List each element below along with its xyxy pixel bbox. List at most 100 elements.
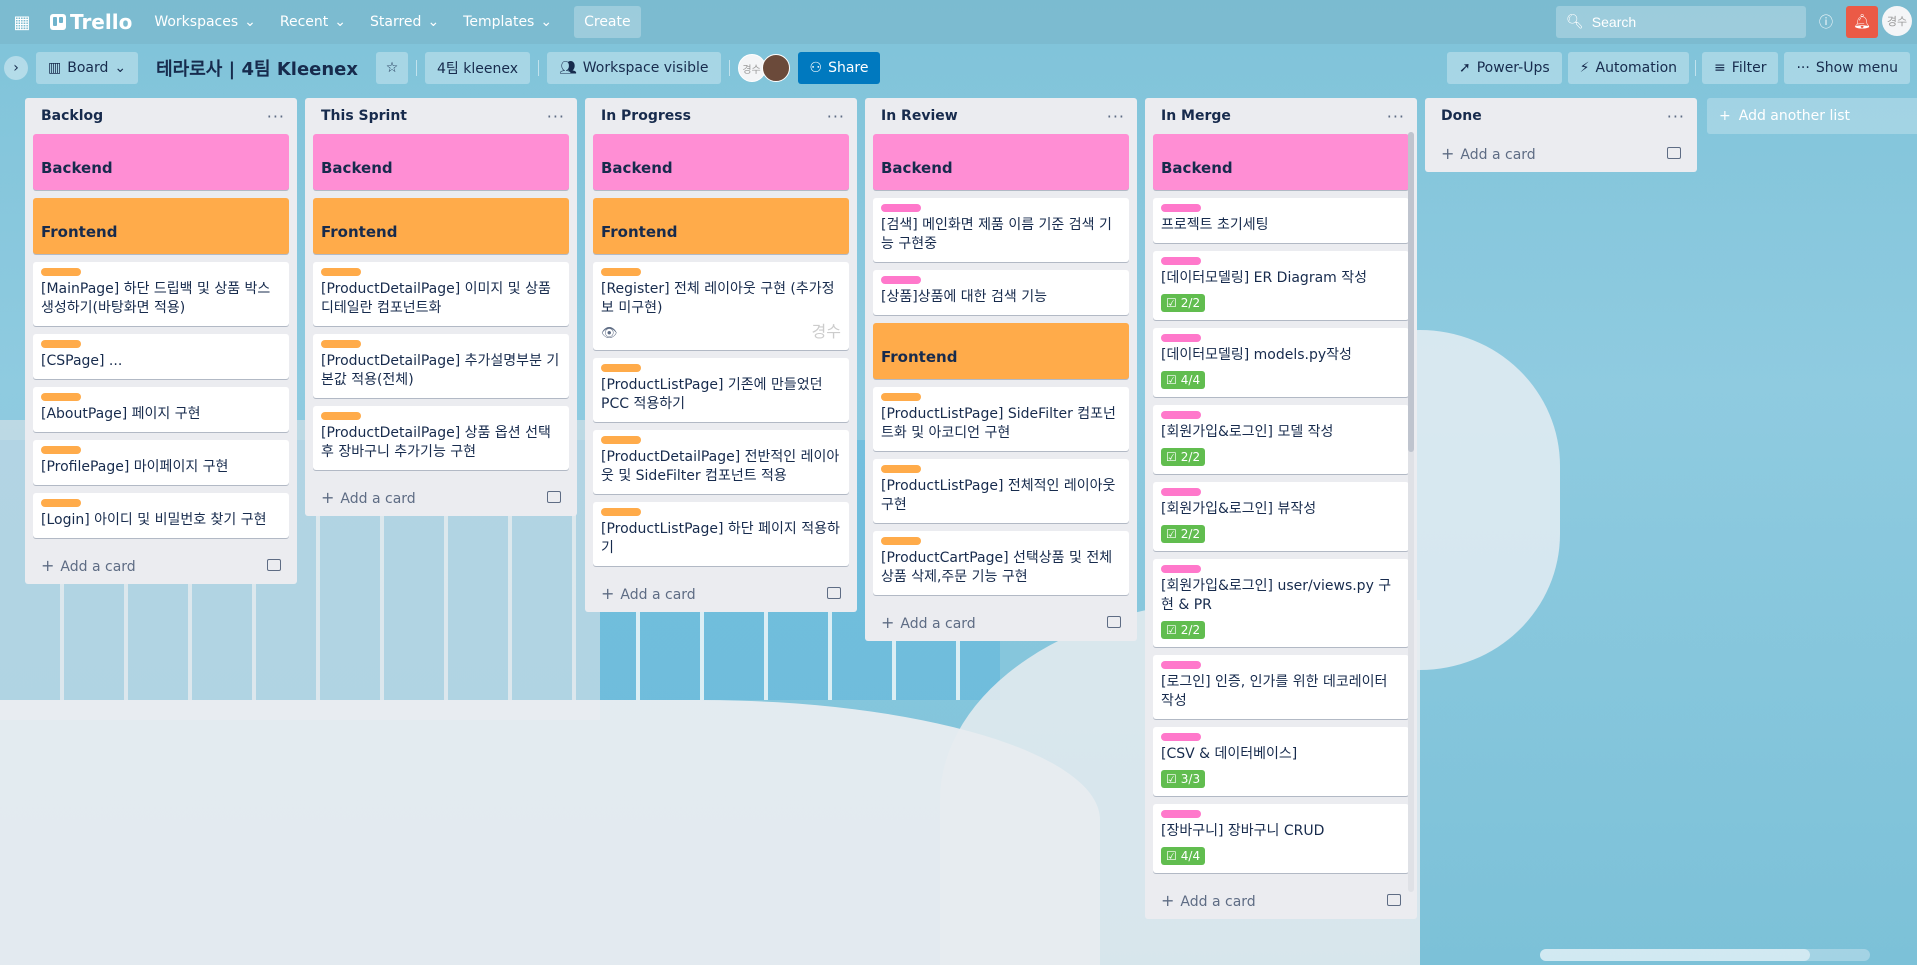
nav-workspaces[interactable]: Workspaces ⌄: [144, 6, 266, 38]
list-menu-icon[interactable]: ···: [827, 107, 845, 126]
task-card[interactable]: [ProductCartPage] 선택상품 및 전체상품 삭제,주문 기능 구…: [873, 531, 1129, 595]
board-view-switcher[interactable]: ▥ Board ⌄: [36, 52, 139, 84]
star-icon[interactable]: ☆: [376, 52, 408, 84]
task-card[interactable]: [장바구니] 장바구니 CRUD ☑ 4/4: [1153, 804, 1409, 873]
card-label[interactable]: [41, 340, 81, 348]
card-label[interactable]: [881, 537, 921, 545]
cover-card-frontend[interactable]: Frontend: [593, 198, 849, 254]
task-card[interactable]: [CSPage] ...: [33, 334, 289, 379]
task-card[interactable]: [ProductListPage] SideFilter 컴포넌트화 및 아코디…: [873, 387, 1129, 451]
card-label[interactable]: [1161, 810, 1201, 818]
cover-card-frontend[interactable]: Frontend: [873, 323, 1129, 379]
member-avatar[interactable]: [761, 54, 790, 82]
add-card-button[interactable]: + Add a card: [1433, 134, 1689, 172]
nav-recent[interactable]: Recent ⌄: [270, 6, 356, 38]
card-label[interactable]: [601, 508, 641, 516]
card-label[interactable]: [321, 268, 361, 276]
task-card[interactable]: [MainPage] 하단 드립백 및 상품 박스 생성하기(바탕화면 적용): [33, 262, 289, 326]
card-label[interactable]: [601, 364, 641, 372]
card-label[interactable]: [1161, 411, 1201, 419]
card-template-icon[interactable]: [547, 491, 561, 503]
sidebar-expand-icon[interactable]: ›: [4, 56, 28, 80]
task-card[interactable]: [ProductListPage] 기존에 만들었던 PCC 적용하기: [593, 358, 849, 422]
task-card[interactable]: [ProductDetailPage] 전반적인 레이아웃 및 SideFilt…: [593, 430, 849, 494]
card-label[interactable]: [321, 340, 361, 348]
card-label[interactable]: [321, 412, 361, 420]
list-title[interactable]: In Progress: [601, 108, 691, 124]
task-card[interactable]: [ProductListPage] 하단 페이지 적용하기: [593, 502, 849, 566]
task-card[interactable]: [ProfilePage] 마이페이지 구현: [33, 440, 289, 485]
add-card-button[interactable]: + Add a card: [33, 546, 289, 584]
card-label[interactable]: [881, 465, 921, 473]
list-menu-icon[interactable]: ···: [1387, 107, 1405, 126]
task-card[interactable]: 프로젝트 초기세팅: [1153, 198, 1409, 243]
task-card[interactable]: [CSV & 데이터베이스] ☑ 3/3: [1153, 727, 1409, 796]
list-title[interactable]: Done: [1441, 108, 1482, 124]
task-card[interactable]: [회원가입&로그인] 모델 작성 ☑ 2/2: [1153, 405, 1409, 474]
filter-button[interactable]: ≡ Filter: [1702, 52, 1779, 84]
share-button[interactable]: ⚇ Share: [797, 52, 881, 84]
list-title[interactable]: This Sprint: [321, 108, 407, 124]
card-template-icon[interactable]: [827, 587, 841, 599]
cover-card-backend[interactable]: Backend: [593, 134, 849, 190]
list-title[interactable]: In Merge: [1161, 108, 1231, 124]
nav-templates[interactable]: Templates ⌄: [453, 6, 562, 38]
list-menu-icon[interactable]: ···: [267, 107, 285, 126]
search-box[interactable]: 🔍︎: [1556, 6, 1806, 38]
task-card[interactable]: [Register] 전체 레이아웃 구현 (추가정보 미구현) 👁 경수: [593, 262, 849, 350]
list-menu-icon[interactable]: ···: [1107, 107, 1125, 126]
card-template-icon[interactable]: [267, 559, 281, 571]
cover-card-frontend[interactable]: Frontend: [33, 198, 289, 254]
add-card-button[interactable]: + Add a card: [873, 603, 1129, 641]
member-avatar[interactable]: 경수: [812, 318, 841, 342]
board-title[interactable]: 테라로사 | 4팀 Kleenex: [146, 55, 368, 81]
create-button[interactable]: Create: [574, 6, 641, 38]
app-switcher-icon[interactable]: ▦: [6, 6, 38, 38]
card-label[interactable]: [41, 446, 81, 454]
cover-card-backend[interactable]: Backend: [1153, 134, 1409, 190]
list-menu-icon[interactable]: ···: [547, 107, 565, 126]
member-avatar[interactable]: 경수: [1882, 6, 1912, 36]
card-label[interactable]: [601, 268, 641, 276]
card-template-icon[interactable]: [1107, 616, 1121, 628]
task-card[interactable]: [ProductDetailPage] 이미지 및 상품디테일란 컴포넌트화: [313, 262, 569, 326]
task-card[interactable]: [검색] 메인화면 제품 이름 기준 검색 기능 구현중: [873, 198, 1129, 262]
cover-card-backend[interactable]: Backend: [313, 134, 569, 190]
cover-card-frontend[interactable]: Frontend: [313, 198, 569, 254]
card-label[interactable]: [41, 268, 81, 276]
task-card[interactable]: [Login] 아이디 및 비밀번호 찾기 구현: [33, 493, 289, 538]
list-scrollbar[interactable]: [1408, 132, 1414, 892]
card-template-icon[interactable]: [1387, 894, 1401, 906]
task-card[interactable]: [데이터모델링] models.py작성 ☑ 4/4: [1153, 328, 1409, 397]
cover-card-backend[interactable]: Backend: [873, 134, 1129, 190]
power-ups-button[interactable]: ➚ Power-Ups: [1447, 52, 1562, 84]
workspace-button[interactable]: 4팀 kleenex: [425, 52, 530, 84]
task-card[interactable]: [로그인] 인증, 인가를 위한 데코레이터 작성: [1153, 655, 1409, 719]
list-title[interactable]: Backlog: [41, 108, 103, 124]
card-label[interactable]: [1161, 733, 1201, 741]
add-card-button[interactable]: + Add a card: [593, 574, 849, 612]
list-title[interactable]: In Review: [881, 108, 958, 124]
task-card[interactable]: [AboutPage] 페이지 구현: [33, 387, 289, 432]
info-icon[interactable]: ⓘ: [1810, 6, 1842, 38]
card-label[interactable]: [41, 499, 81, 507]
trello-logo[interactable]: Trello: [42, 6, 140, 38]
card-label[interactable]: [881, 276, 921, 284]
show-menu-button[interactable]: ··· Show menu: [1784, 52, 1911, 84]
search-input[interactable]: [1591, 14, 1792, 30]
add-card-button[interactable]: + Add a card: [1153, 881, 1409, 919]
notification-bell-icon[interactable]: 🔔︎: [1846, 6, 1878, 38]
task-card[interactable]: [상품]상품에 대한 검색 기능: [873, 270, 1129, 315]
card-label[interactable]: [1161, 334, 1201, 342]
card-label[interactable]: [601, 436, 641, 444]
card-label[interactable]: [1161, 488, 1201, 496]
task-card[interactable]: [회원가입&로그인] user/views.py 구현 & PR ☑ 2/2: [1153, 559, 1409, 647]
task-card[interactable]: [ProductDetailPage] 상품 옵션 선택 후 장바구니 추가기능…: [313, 406, 569, 470]
task-card[interactable]: [ProductDetailPage] 추가설명부분 기본값 적용(전체): [313, 334, 569, 398]
card-label[interactable]: [41, 393, 81, 401]
cover-card-backend[interactable]: Backend: [33, 134, 289, 190]
card-label[interactable]: [881, 204, 921, 212]
card-label[interactable]: [1161, 204, 1201, 212]
card-label[interactable]: [1161, 661, 1201, 669]
visibility-button[interactable]: 👥︎ Workspace visible: [547, 52, 721, 84]
